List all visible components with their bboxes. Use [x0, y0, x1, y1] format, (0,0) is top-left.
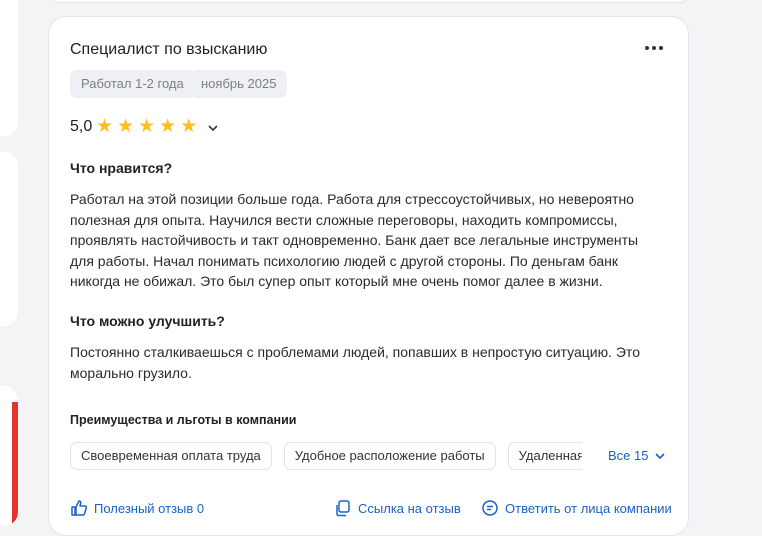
- improve-text: Постоянно сталкиваешься с проблемами люд…: [70, 344, 640, 381]
- date-tag: ноябрь 2025: [190, 70, 288, 98]
- useful-review-button[interactable]: Полезный отзыв 0: [70, 499, 204, 517]
- review-link-button[interactable]: Ссылка на отзыв: [334, 499, 461, 517]
- review-link-label: Ссылка на отзыв: [358, 500, 461, 516]
- improve-heading: Что можно улучшить?: [70, 313, 225, 329]
- star-icon: ★: [117, 116, 135, 137]
- side-banner[interactable]: [0, 386, 18, 526]
- company-reply-button[interactable]: Ответить от лица компании: [481, 499, 672, 517]
- experience-tag: Работал 1-2 года: [70, 70, 195, 98]
- star-icon: ★: [138, 116, 156, 137]
- benefits-list: Своевременная оплата труда Удобное распол…: [70, 442, 582, 470]
- company-reply-label: Ответить от лица компании: [505, 500, 672, 516]
- copy-link-icon: [336, 500, 350, 517]
- star-icon: ★: [180, 116, 198, 137]
- likes-text: Работал на этой позиции больше года. Раб…: [70, 191, 639, 289]
- chevron-down-icon: [655, 452, 666, 459]
- star-icon: ★: [159, 116, 177, 137]
- thumbs-up-icon: [71, 500, 88, 516]
- likes-heading: Что нравится?: [70, 160, 173, 176]
- benefits-heading: Преимущества и льготы в компании: [70, 413, 297, 427]
- previous-review-card: [48, 0, 690, 3]
- chevron-down-icon[interactable]: [206, 121, 220, 135]
- benefit-chip[interactable]: Своевременная оплата труда: [70, 442, 272, 470]
- review-title: Специалист по взысканию: [70, 41, 268, 58]
- star-icon: ★: [96, 116, 114, 137]
- rating-stars: ★ ★ ★ ★ ★: [96, 116, 197, 138]
- useful-review-label: Полезный отзыв 0: [94, 500, 205, 516]
- rating-value: 5,0: [70, 118, 93, 135]
- review-card: Специалист по взысканию Работал 1-2 года…: [48, 16, 689, 536]
- benefit-chip[interactable]: Удобное расположение работы: [283, 442, 496, 470]
- more-options-icon[interactable]: [639, 37, 669, 59]
- benefit-chip[interactable]: Удаленная работа: [507, 442, 582, 470]
- side-banner-accent: [12, 402, 18, 526]
- all-benefits-button[interactable]: Все 15: [608, 448, 666, 463]
- side-card: [0, 152, 18, 326]
- side-card: [0, 0, 18, 136]
- all-benefits-label: Все 15: [608, 448, 649, 463]
- chat-bubble-icon: [482, 500, 498, 516]
